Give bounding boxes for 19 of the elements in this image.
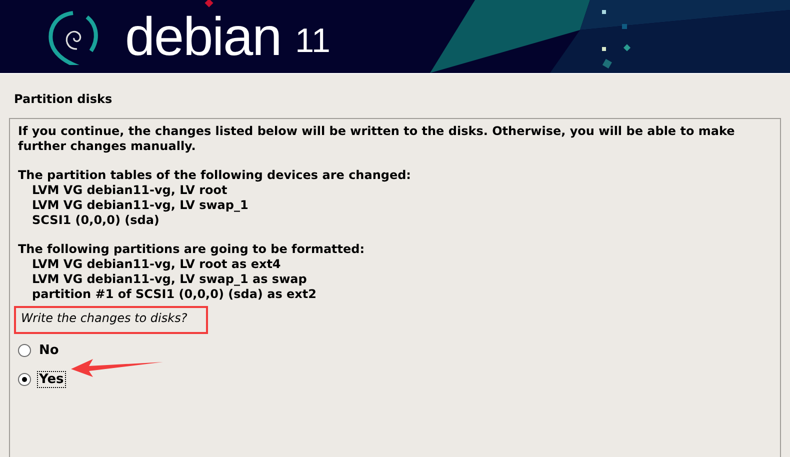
section-heading: The partition tables of the following devices are changed: (18, 168, 412, 183)
device-item: LVM VG debian11-vg, LV root (32, 183, 228, 197)
radio-button[interactable] (18, 344, 31, 357)
section-heading: The following partitions are going to be formatted: (18, 242, 366, 257)
arrow-annotation-icon (71, 359, 163, 377)
device-item: LVM VG debian11-vg, LV swap_1 (32, 198, 248, 212)
device-item: LVM VG debian11-vg, LV swap_1 as swap (32, 272, 307, 286)
device-item: partition #1 of SCSI1 (0,0,0) (sda) as ext2 (32, 287, 316, 301)
option-label[interactable]: Yes (37, 371, 66, 388)
page-title: Partition disks (14, 92, 112, 106)
device-item: LVM VG debian11-vg, LV root as ext4 (32, 257, 281, 271)
question-text: Write the changes to disks? (21, 311, 188, 325)
version-text: 11 (295, 24, 330, 58)
device-item: SCSI1 (0,0,0) (sda) (32, 213, 160, 227)
option-label[interactable]: No (37, 342, 61, 359)
intro-paragraph: If you continue, the changes listed below will be written to the disks. Otherwise, you will be able to make further changes manually. (18, 124, 736, 154)
logo-text: debian (125, 10, 282, 64)
diamond-icon (204, 0, 214, 8)
radio-button[interactable] (18, 373, 31, 386)
